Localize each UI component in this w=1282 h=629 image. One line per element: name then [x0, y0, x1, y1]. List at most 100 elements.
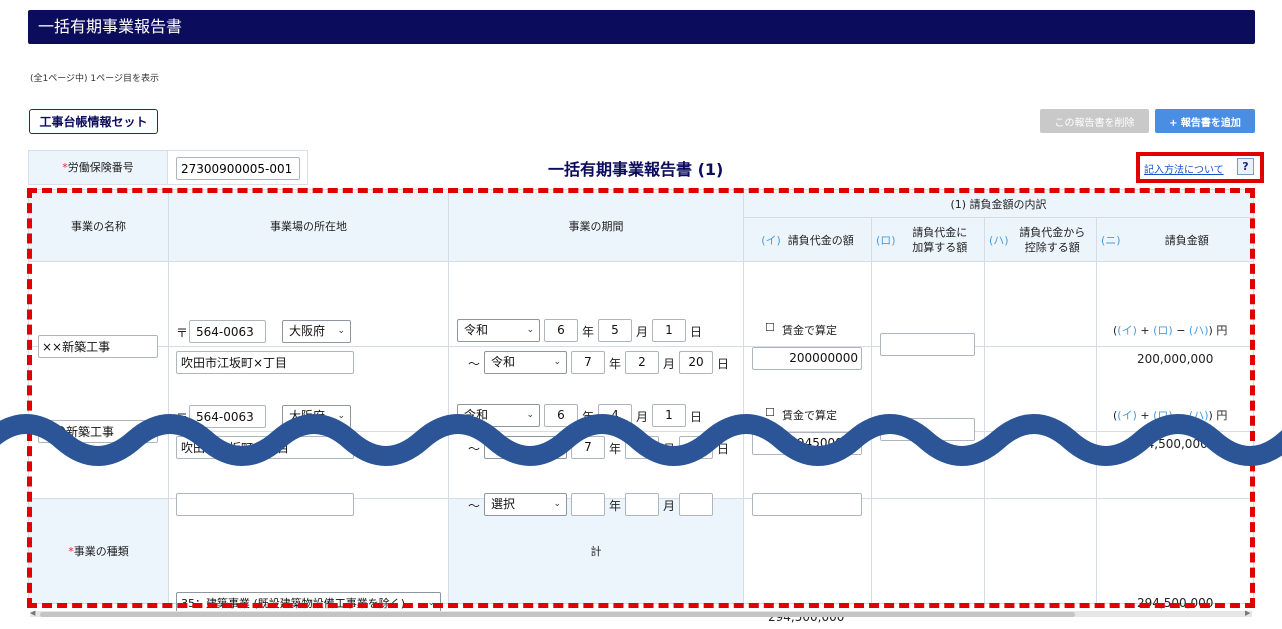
end-era-value: 令和 [491, 355, 516, 369]
report-table: 事業の名称 事業場の所在地 事業の期間 (1) 請負金額の内訳 (イ) 請負代金… [28, 189, 1255, 624]
wage-calc-label: 賃金で算定 [782, 409, 837, 422]
page-title: 一括有期事業報告書 [38, 17, 183, 36]
row-total: 200,000,000 [1137, 352, 1214, 366]
formula: ((イ) + (ロ) − (ハ)) 円 [1113, 322, 1227, 338]
end-day-input[interactable] [679, 493, 713, 516]
formula-ro: (ロ) [1153, 409, 1173, 422]
insurance-number-input[interactable] [176, 157, 300, 180]
formula-ha: (ハ) [1188, 324, 1209, 337]
label-ni: 請負金額 [1164, 233, 1209, 247]
postal-input[interactable] [189, 405, 266, 428]
col-header-breakdown: (1) 請負金額の内訳 [742, 189, 1255, 218]
start-month-input[interactable]: 5 [598, 319, 632, 342]
contract-amount-input[interactable] [752, 493, 862, 516]
delete-report-button[interactable]: この報告書を削除 [1040, 109, 1149, 133]
end-year-input[interactable]: 7 [571, 436, 605, 459]
start-day-input[interactable]: 1 [652, 404, 686, 427]
postal-mark: 〒 [176, 326, 189, 340]
formula-unit: 円 [1216, 409, 1228, 422]
add-amount-input[interactable] [880, 333, 975, 356]
formula-plus: + [1140, 324, 1150, 337]
end-era-select[interactable]: 令和 ⌄ [484, 351, 567, 374]
year-label: 年 [609, 357, 622, 371]
business-type-value: 35：建築事業 (既設建築物設備工事業を除く) [181, 597, 406, 610]
mark-ni: (ニ) [1101, 233, 1121, 247]
start-year-input[interactable]: 6 [544, 404, 578, 427]
end-month-input[interactable]: 3 [625, 436, 659, 459]
mark-i: (イ) [761, 233, 781, 247]
end-era-select[interactable]: 選択 ⌄ [484, 493, 567, 516]
prefecture-select[interactable]: 大阪府 ⌄ [282, 405, 351, 428]
prefecture-select[interactable]: 大阪府 ⌄ [282, 320, 351, 343]
project-name-input[interactable] [38, 420, 158, 443]
howto-link[interactable]: 記入方法について [1144, 161, 1224, 176]
formula-close: ) [1208, 324, 1213, 337]
start-year-input[interactable]: 6 [544, 319, 578, 342]
scroll-right-icon[interactable]: ▶ [1245, 609, 1250, 617]
col-header-name: 事業の名称 [28, 189, 169, 262]
end-day-input[interactable]: 31 [679, 436, 713, 459]
project-name-input[interactable] [38, 335, 158, 358]
formula-i: (イ) [1117, 324, 1137, 337]
year-label: 年 [582, 325, 595, 339]
table-row: 〒 大阪府⌄ 令和⌄ 6 年 5 月 1 日 〜 令和⌄ 7 年 2 月 20 … [28, 261, 1255, 374]
ledger-set-button[interactable]: 工事台帳情報セット [29, 109, 158, 134]
end-day-input[interactable]: 20 [679, 351, 713, 374]
year-label: 年 [582, 410, 595, 424]
address-input[interactable] [176, 351, 354, 374]
chevron-down-icon: ⌄ [526, 325, 534, 335]
month-label: 月 [663, 499, 676, 513]
address-input[interactable] [176, 493, 354, 516]
col-header-ro: (ロ) 請負代金に 加算する額 [871, 217, 985, 262]
day-label: 日 [717, 442, 730, 456]
wage-checkbox[interactable]: ☐ [765, 321, 775, 334]
end-year-input[interactable] [571, 493, 605, 516]
wage-calc-label: 賃金で算定 [782, 324, 837, 337]
mark-ha: (ハ) [989, 233, 1009, 247]
business-type-label: *事業の種類 [28, 498, 169, 604]
start-era-select[interactable]: 令和 ⌄ [457, 319, 540, 342]
row-total: 94,500,000 [1139, 437, 1208, 451]
chevron-down-icon: ⌄ [526, 410, 534, 420]
formula-plus: + [1140, 409, 1150, 422]
address-input[interactable] [176, 436, 354, 459]
formula-close: ) [1208, 409, 1213, 422]
tilde-label: 〜 [468, 357, 481, 371]
formula-ha: (ハ) [1188, 409, 1209, 422]
end-year-input[interactable]: 7 [571, 351, 605, 374]
tilde-label: 〜 [468, 499, 481, 513]
scrollbar-thumb[interactable] [40, 612, 1075, 617]
add-report-button[interactable]: + 報告書を追加 [1155, 109, 1255, 133]
col-header-location: 事業場の所在地 [168, 189, 449, 262]
col-header-i: (イ) 請負代金の額 [743, 217, 872, 262]
start-era-select[interactable]: 令和 ⌄ [457, 404, 540, 427]
start-era-value: 令和 [464, 323, 489, 337]
start-day-input[interactable]: 1 [652, 319, 686, 342]
chevron-down-icon: ⌄ [553, 357, 561, 367]
formula-minus: − [1176, 324, 1186, 337]
postal-input[interactable] [189, 320, 266, 343]
month-label: 月 [636, 325, 649, 339]
add-amount-input[interactable] [880, 418, 975, 441]
formula-ro: (ロ) [1153, 324, 1173, 337]
day-label: 日 [690, 410, 703, 424]
formula-minus: − [1176, 409, 1186, 422]
col-header-ni: (ニ) 請負金額 [1095, 217, 1255, 262]
wage-checkbox[interactable]: ☐ [765, 406, 775, 419]
year-label: 年 [609, 499, 622, 513]
scroll-left-icon[interactable]: ◀ [30, 609, 35, 617]
mark-ro: (ロ) [876, 233, 896, 247]
col-header-period: 事業の期間 [448, 189, 744, 262]
contract-amount-input[interactable]: 94500000 [752, 432, 862, 455]
end-month-input[interactable]: 2 [625, 351, 659, 374]
help-icon[interactable]: ? [1237, 158, 1254, 175]
page-title-bar: 一括有期事業報告書 [28, 10, 1255, 44]
sum-total: 294,500,000 [1137, 596, 1214, 610]
day-label: 日 [717, 357, 730, 371]
end-month-input[interactable] [625, 493, 659, 516]
start-month-input[interactable]: 4 [598, 404, 632, 427]
contract-amount-input[interactable]: 200000000 [752, 347, 862, 370]
end-era-select[interactable]: 令和 ⌄ [484, 436, 567, 459]
page-info: (全1ページ中) 1ページ目を表示 [30, 74, 159, 84]
chevron-down-icon: ⌄ [553, 442, 561, 452]
